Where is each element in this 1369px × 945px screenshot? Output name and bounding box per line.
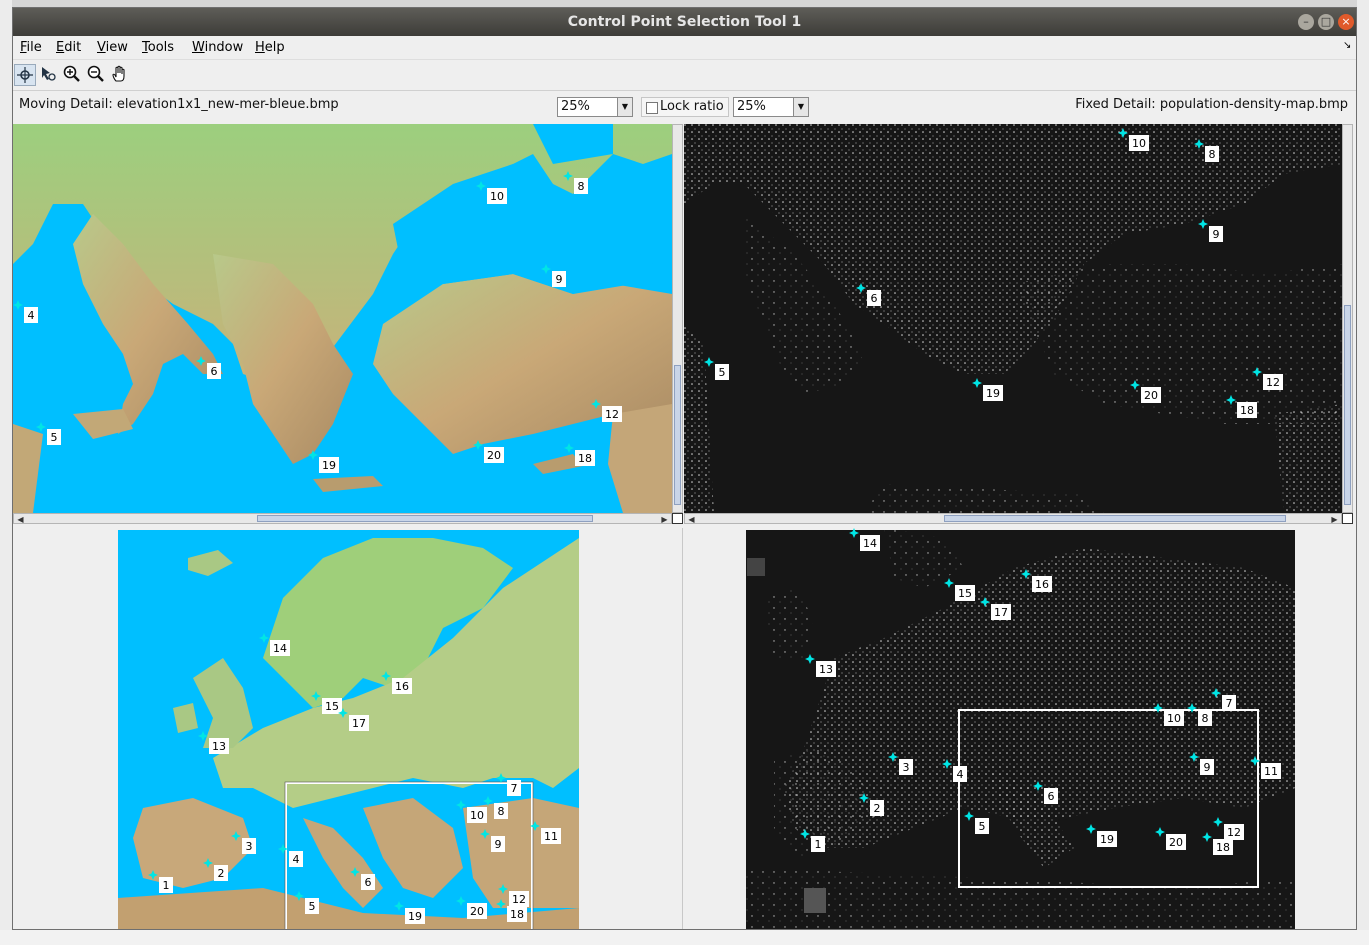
- pan-hand-icon[interactable]: [110, 64, 132, 86]
- chevron-down-icon: ▼: [793, 98, 808, 116]
- fixed-detail-image: [684, 124, 1342, 513]
- window-title: Control Point Selection Tool 1: [567, 14, 802, 30]
- fixed-detail-panel[interactable]: [684, 124, 1342, 513]
- menu-edit[interactable]: Edit: [56, 40, 81, 55]
- title-bar: Control Point Selection Tool 1 – □ ×: [13, 8, 1356, 36]
- menu-help[interactable]: Help: [255, 40, 285, 55]
- background-window-right: [1357, 0, 1369, 945]
- moving-zoom-select[interactable]: 25% ▼: [557, 97, 633, 117]
- moving-overview-image: [118, 530, 579, 929]
- menu-file[interactable]: File: [20, 40, 42, 55]
- dock-arrow-icon[interactable]: ↘: [1343, 40, 1351, 51]
- moving-overview-panel[interactable]: [13, 528, 683, 929]
- moving-detail-hscroll[interactable]: ◀ ▶: [13, 513, 672, 524]
- scroll-left-icon[interactable]: ◀: [687, 514, 696, 525]
- toolbar: [13, 60, 1356, 91]
- lock-ratio-label: Lock ratio: [660, 99, 724, 114]
- fixed-detail-label: Fixed Detail: population-density-map.bmp: [1075, 97, 1348, 112]
- menu-view[interactable]: View: [97, 40, 128, 55]
- scroll-thumb[interactable]: [257, 515, 593, 522]
- background-window-bottom: [0, 930, 1369, 945]
- zoom-out-icon[interactable]: [86, 64, 108, 86]
- moving-detail-image: [13, 124, 672, 513]
- detail-bar: Moving Detail: elevation1x1_new-mer-bleu…: [13, 91, 1356, 123]
- lock-ratio-checkbox[interactable]: Lock ratio: [641, 97, 729, 117]
- zoom-in-icon[interactable]: [62, 64, 84, 86]
- moving-detail-panel[interactable]: [13, 124, 672, 513]
- cpselect-window: Control Point Selection Tool 1 – □ × Fil…: [12, 7, 1357, 930]
- fixed-overview-panel[interactable]: [684, 528, 1356, 929]
- menu-bar: File Edit View Tools Window Help ↘: [13, 36, 1356, 60]
- moving-detail-vscroll[interactable]: [672, 124, 683, 513]
- close-button[interactable]: ×: [1338, 14, 1354, 30]
- fixed-detail-vscroll[interactable]: [1342, 124, 1353, 513]
- fixed-zoom-select[interactable]: 25% ▼: [733, 97, 809, 117]
- add-points-icon[interactable]: [14, 64, 36, 86]
- fixed-detail-hscroll[interactable]: ◀ ▶: [684, 513, 1342, 524]
- fixed-overview-image: [746, 528, 1295, 929]
- menu-tools[interactable]: Tools: [142, 40, 174, 55]
- scroll-corner: [1342, 513, 1353, 524]
- minimize-button[interactable]: –: [1298, 14, 1314, 30]
- scroll-thumb[interactable]: [674, 365, 681, 505]
- moving-detail-label: Moving Detail: elevation1x1_new-mer-bleu…: [19, 97, 339, 112]
- scroll-thumb[interactable]: [944, 515, 1286, 522]
- maximize-button[interactable]: □: [1318, 14, 1334, 30]
- select-move-points-icon[interactable]: [38, 64, 60, 86]
- menu-window[interactable]: Window: [192, 40, 243, 55]
- checkbox-box: [646, 102, 658, 114]
- chevron-down-icon: ▼: [617, 98, 632, 116]
- scroll-thumb[interactable]: [1344, 305, 1351, 505]
- moving-zoom-value: 25%: [561, 99, 590, 114]
- scroll-right-icon[interactable]: ▶: [1330, 514, 1339, 525]
- fixed-zoom-value: 25%: [737, 99, 766, 114]
- background-window-left: [0, 0, 12, 945]
- scroll-left-icon[interactable]: ◀: [16, 514, 25, 525]
- scroll-right-icon[interactable]: ▶: [660, 514, 669, 525]
- scroll-corner: [672, 513, 683, 524]
